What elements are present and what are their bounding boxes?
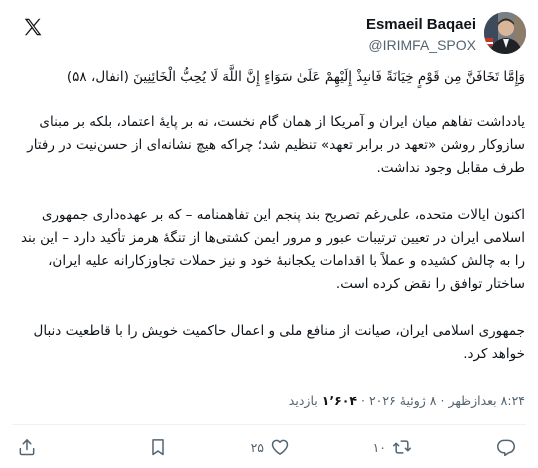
retweet-button[interactable]: ۱۰ — [373, 436, 412, 458]
views-label: بازدید — [288, 393, 318, 408]
author-name[interactable]: Esmaeil Baqaei — [366, 15, 476, 34]
post-paragraph: جمهوری اسلامی ایران، صیانت از منافع ملی … — [33, 323, 525, 362]
bookmark-button[interactable] — [142, 436, 168, 458]
reply-button[interactable] — [496, 436, 522, 458]
like-button[interactable]: ۲۵ — [251, 436, 290, 458]
avatar[interactable] — [484, 12, 526, 54]
author-info[interactable]: Esmaeil Baqaei @IRIMFA_SPOX — [366, 15, 476, 55]
reply-icon — [497, 439, 515, 457]
post-card: Esmaeil Baqaei @IRIMFA_SPOX وَإِمَّا تَخ… — [0, 0, 538, 468]
meta-separator: · — [360, 393, 365, 408]
post-text: وَإِمَّا تَخَافَنَّ مِن قَوْمٍ خِيَانَةً… — [12, 66, 525, 390]
share-icon — [19, 439, 35, 456]
retweet-count: ۱۰ — [372, 439, 386, 455]
post-time[interactable]: ۸:۲۴ بعدازظهر — [448, 393, 525, 408]
post-date[interactable]: ۸ ژوئیهٔ ۲۰۲۶ — [369, 393, 437, 408]
author-handle[interactable]: @IRIMFA_SPOX — [366, 36, 476, 55]
action-bar: ۱۰ ۲۵ — [0, 436, 538, 458]
post-paragraph: اکنون ایالات متحده، علی‌رغم تصریح بند پن… — [20, 207, 525, 292]
bookmark-icon — [152, 439, 164, 456]
heart-icon — [271, 439, 289, 455]
post-meta: ۸:۲۴ بعدازظهر · ۸ ژوئیهٔ ۲۰۲۶ · ۱٬۶۰۴ با… — [289, 393, 525, 408]
divider — [12, 424, 526, 425]
post-paragraph: یادداشت تفاهم میان ایران و آمریکا از هما… — [27, 114, 525, 176]
x-logo-icon[interactable] — [22, 16, 44, 38]
share-button[interactable] — [17, 436, 37, 458]
views-count: ۱٬۶۰۴ — [321, 393, 357, 408]
meta-separator: · — [440, 393, 445, 408]
retweet-icon — [392, 440, 412, 454]
post-verse: وَإِمَّا تَخَافَنَّ مِن قَوْمٍ خِيَانَةً… — [66, 69, 525, 85]
like-count: ۲۵ — [250, 439, 264, 455]
